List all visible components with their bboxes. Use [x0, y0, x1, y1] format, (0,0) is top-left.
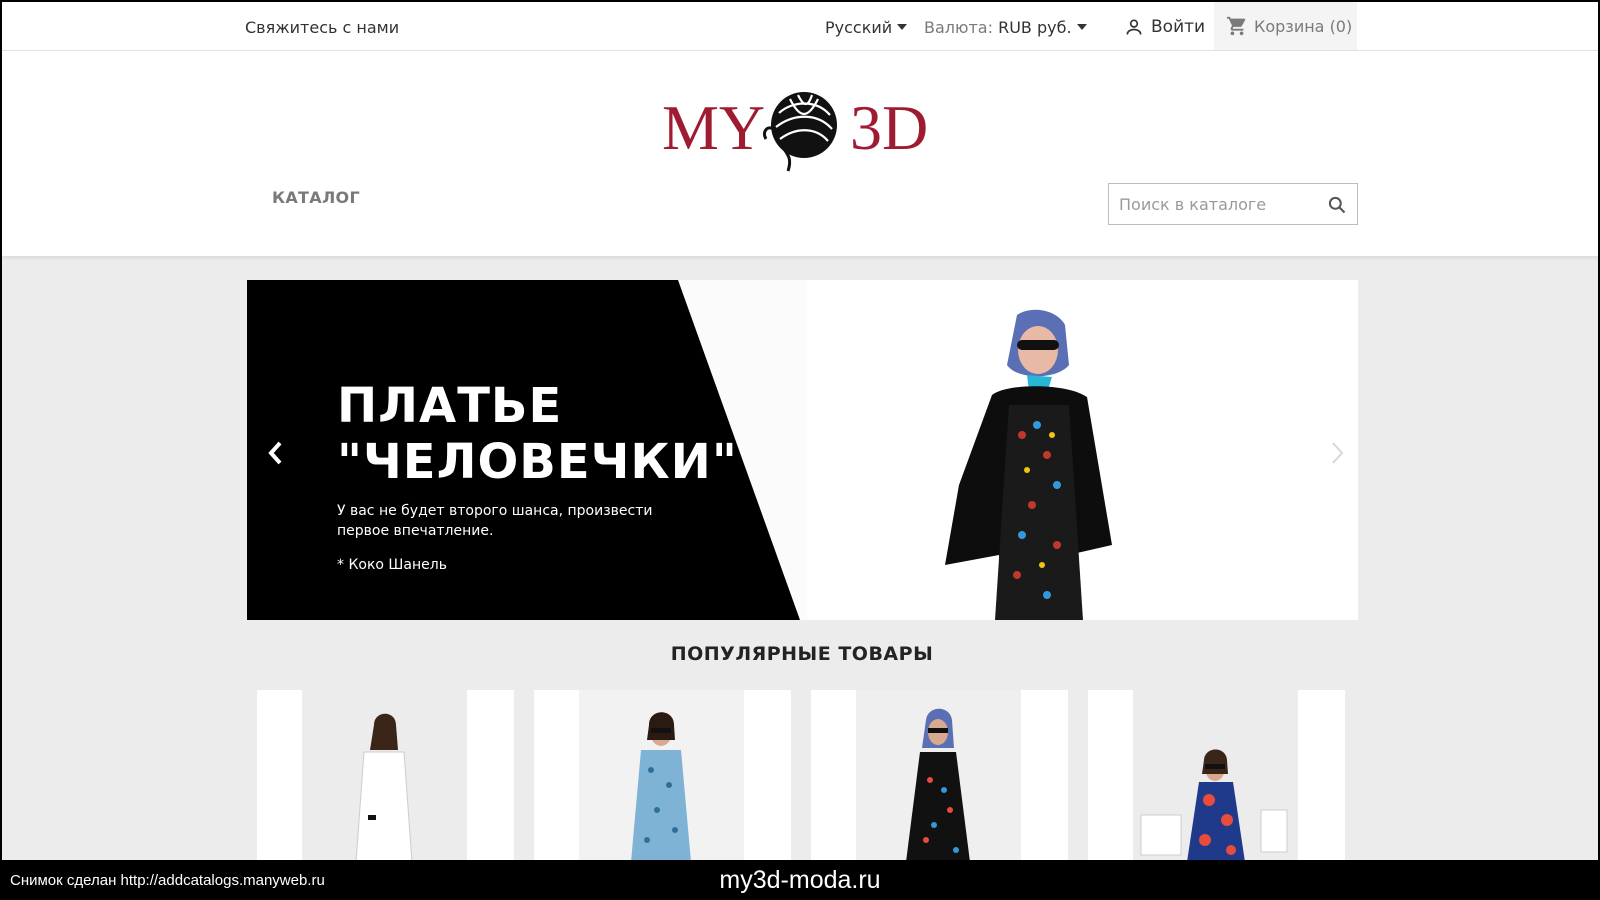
language-selector[interactable]: Русский: [825, 18, 908, 37]
site-domain: my3d-moda.ru: [719, 866, 881, 894]
product-card[interactable]: [534, 690, 791, 860]
currency-selector[interactable]: Валюта: RUB руб.: [924, 18, 1087, 37]
product-card[interactable]: [811, 690, 1068, 860]
chevron-left-icon[interactable]: [264, 438, 286, 468]
hero-slider[interactable]: ПЛАТЬЕ "ЧЕЛОВЕЧКИ" У вас не будет второг…: [247, 280, 1358, 620]
product-card[interactable]: [1088, 690, 1345, 860]
search-box: [1108, 183, 1358, 225]
currency-value: RUB руб.: [998, 18, 1072, 37]
site-header: MY 3D КАТАЛОГ: [2, 51, 1598, 256]
caret-down-icon: [897, 23, 908, 30]
chevron-right-icon[interactable]: [1327, 438, 1349, 468]
screenshot-footer: Снимок сделан http://addcatalogs.manyweb…: [0, 860, 1600, 900]
popular-products-title: ПОПУЛЯРНЫЕ ТОВАРЫ: [670, 643, 934, 665]
product-image: [856, 690, 1021, 860]
product-image: [1133, 690, 1298, 860]
slide-title: ПЛАТЬЕ "ЧЕЛОВЕЧКИ": [337, 378, 738, 490]
peony-icon: [762, 92, 837, 172]
currency-label: Валюта:: [924, 18, 993, 37]
site-logo[interactable]: MY 3D: [662, 77, 947, 177]
product-card[interactable]: [257, 690, 514, 860]
my3d-logo: MY 3D: [662, 92, 928, 172]
contact-link[interactable]: Свяжитесь с нами: [245, 18, 399, 37]
product-image: [579, 690, 744, 860]
login-label: Войти: [1151, 17, 1206, 37]
cart-label: Корзина (0): [1254, 16, 1353, 36]
slide-text: У вас не будет второго шанса, произвести…: [337, 503, 653, 539]
user-icon: [1126, 19, 1142, 35]
cart-button[interactable]: Корзина (0): [1214, 2, 1357, 50]
login-link[interactable]: Войти: [1124, 17, 1205, 37]
cart-icon: [1226, 16, 1246, 36]
catalog-menu[interactable]: КАТАЛОГ: [272, 188, 360, 207]
language-label: Русский: [825, 18, 893, 37]
top-bar: Свяжитесь с нами Русский Валюта: RUB руб…: [2, 2, 1598, 51]
product-image: [302, 690, 467, 860]
slide-quote: * Коко Шанель: [337, 557, 447, 573]
caret-down-icon: [1076, 23, 1087, 30]
search-input[interactable]: [1109, 184, 1309, 224]
browser-frame: Свяжитесь с нами Русский Валюта: RUB руб…: [0, 0, 1600, 860]
logo-text-left: MY: [662, 92, 765, 163]
model-photo: [945, 309, 1112, 620]
search-icon[interactable]: [1327, 195, 1347, 215]
logo-text-right: 3D: [850, 92, 928, 163]
